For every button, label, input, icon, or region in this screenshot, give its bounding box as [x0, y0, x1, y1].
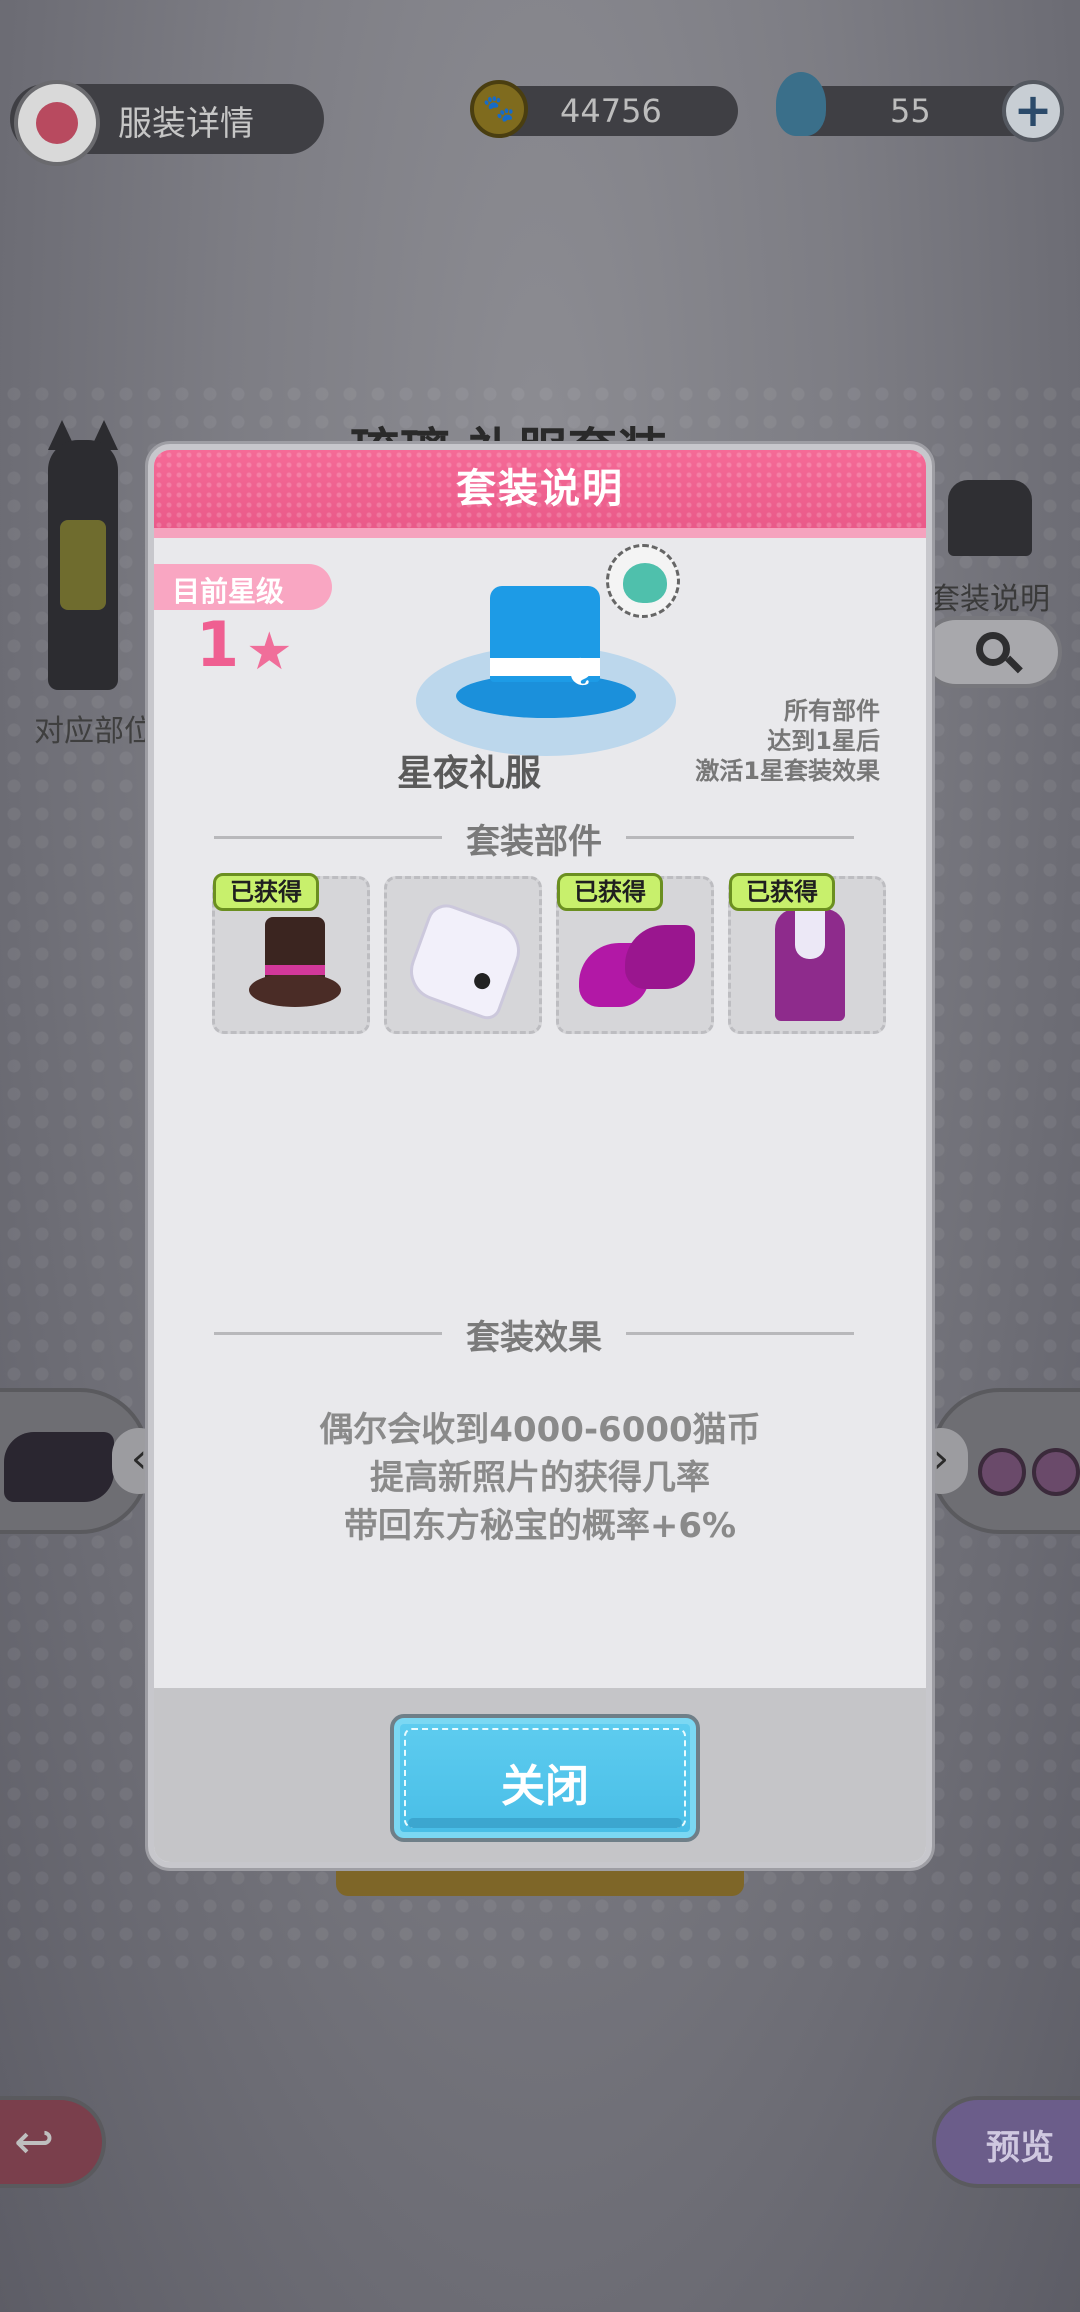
header-divider — [154, 528, 926, 538]
suit-info-button[interactable] — [942, 470, 1038, 566]
part-slot-shoes[interactable]: 已获得 — [556, 873, 714, 1034]
parts-section-title: 套装部件 — [214, 814, 854, 863]
parts-list: 已获得 已获得 已获得 — [212, 873, 892, 1040]
ghost-gem-icon — [776, 72, 826, 136]
obtained-badge: 已获得 — [729, 873, 835, 911]
dialog-title: 套装说明 — [456, 466, 624, 512]
close-button[interactable]: 关闭 — [390, 1714, 700, 1842]
preview-button[interactable]: 预览 — [932, 2096, 1080, 2188]
suit-name: 星夜礼服 — [396, 753, 541, 794]
effect-line: 提高新照片的获得几率 — [370, 1458, 710, 1498]
high-heels-icon — [579, 919, 699, 1009]
hint-line: 达到1星后 — [767, 727, 880, 755]
activation-hint: 所有部件 达到1星后 激活1星套装效果 — [695, 696, 880, 786]
effects-section-title: 套装效果 — [214, 1310, 854, 1359]
body-part-button[interactable] — [18, 420, 148, 700]
gem-value: 55 — [890, 92, 931, 130]
obtained-badge: 已获得 — [213, 873, 319, 911]
body-part-label: 对应部位 — [34, 714, 154, 749]
page-title: 服装详情 — [118, 104, 254, 144]
suit-info-label: 套装说明 — [930, 582, 1050, 617]
paw-coin-icon: 🐾 — [470, 80, 528, 138]
star-icon: ★ — [246, 622, 293, 682]
back-button[interactable]: ↩ — [0, 2096, 106, 2188]
hint-line: 所有部件 — [784, 697, 880, 725]
close-button-label: 关闭 — [501, 1761, 589, 1812]
cat-badge-icon — [606, 544, 680, 618]
back-arrow-icon: ↩ — [14, 2114, 55, 2170]
star-level-value: 1 — [196, 608, 240, 681]
dialog-header: 套装说明 — [154, 450, 926, 528]
vest-icon — [775, 909, 845, 1021]
avatar-icon — [14, 80, 100, 166]
outfit-detail-title: 服装详情 — [10, 80, 324, 166]
obtained-badge: 已获得 — [557, 873, 663, 911]
star-level-tag-label: 目前星级 — [172, 575, 285, 608]
gem-counter: 55 + — [776, 72, 1064, 142]
effect-line: 偶尔会收到4000-6000猫币 — [319, 1410, 761, 1450]
top-bar: 服装详情 🐾 44756 55 + — [0, 72, 1080, 166]
coin-counter: 🐾 44756 — [470, 80, 738, 138]
coin-value: 44756 — [560, 92, 662, 130]
part-slot-cuff[interactable] — [384, 876, 542, 1034]
top-hat-icon — [249, 917, 341, 1013]
suit-description-dialog: 套装说明 目前星级 1 ★ ❦ 星夜礼服 所有部件 达到1星后 激活1星套装效果… — [148, 444, 932, 1868]
shirt-cuff-icon — [401, 898, 529, 1024]
effect-line: 带回东方秘宝的概率+6% — [343, 1506, 737, 1546]
search-button[interactable] — [920, 616, 1062, 688]
preview-label: 预览 — [986, 2128, 1054, 2168]
star-level-tag: 目前星级 — [154, 564, 332, 610]
glasses-icon — [978, 1448, 1080, 1496]
add-gems-button[interactable]: + — [1002, 80, 1064, 142]
suit-effects-list: 偶尔会收到4000-6000猫币 提高新照片的获得几率 带回东方秘宝的概率+6% — [154, 1406, 926, 1550]
hint-line: 激活1星套装效果 — [695, 757, 880, 785]
sneaker-icon — [4, 1432, 114, 1502]
part-slot-vest[interactable]: 已获得 — [728, 873, 886, 1034]
cat-figure-icon — [48, 440, 118, 690]
dialog-footer: 关闭 — [154, 1688, 926, 1862]
part-slot-hat[interactable]: 已获得 — [212, 873, 370, 1034]
magnifier-icon — [976, 632, 1010, 666]
